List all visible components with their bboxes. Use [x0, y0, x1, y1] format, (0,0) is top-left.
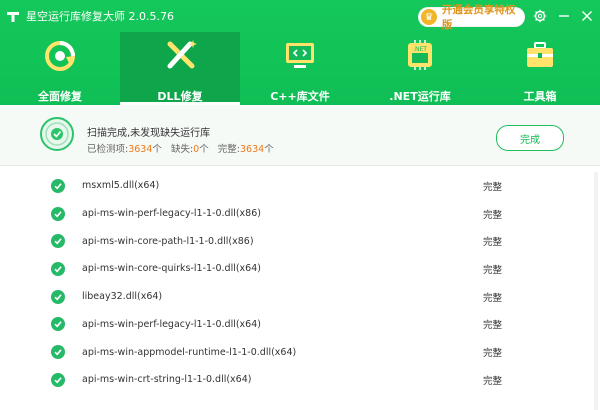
check-circle-icon [51, 206, 65, 221]
vip-crown-icon: ♛ [421, 9, 437, 25]
dll-name: api-ms-win-perf-legacy-l1-1-0.dll(x64) [82, 318, 261, 330]
svg-text:.NET: .NET [413, 46, 427, 53]
app-title: 星空运行库修复大师 2.0.5.76 [26, 10, 174, 23]
check-circle-icon [51, 289, 65, 304]
nav-label: C++库文件 [270, 90, 330, 103]
dll-status: 完整 [483, 292, 503, 304]
check-circle-icon [51, 178, 65, 193]
vip-upgrade-label: 开通会员享特权版 [441, 4, 516, 31]
scan-summary: 已检测项:3634个 缺失:0个 完整:3634个 [87, 141, 274, 155]
close-icon[interactable] [578, 7, 596, 25]
nav-tab-dll-repair[interactable]: DLL修复 [120, 32, 240, 105]
complete-count: 3634 [240, 144, 265, 155]
dll-result-list: msxml5.dll(x64) 完整 api-ms-win-perf-legacy-… [0, 172, 600, 410]
dll-status: 完整 [483, 264, 503, 276]
missing-label: 缺失: [170, 144, 194, 155]
check-circle-icon [51, 345, 65, 360]
check-circle-icon [51, 372, 65, 387]
check-circle-icon [51, 317, 65, 332]
scan-status-panel: 扫描完成,未发现缺失运行库 已检测项:3634个 缺失:0个 完整:3634个 … [0, 105, 600, 166]
dll-status: 完整 [483, 320, 503, 332]
check-circle-icon [51, 261, 65, 276]
nav-label: .NET运行库 [389, 90, 451, 103]
list-item: libeay32.dll(x64) 完整 [0, 283, 600, 311]
code-monitor-icon [280, 38, 320, 74]
nav-label: 全面修复 [38, 90, 82, 103]
dll-status: 完整 [483, 237, 503, 249]
dll-status: 完整 [483, 209, 503, 221]
wrench-icon [160, 38, 200, 74]
complete-unit: 个 [264, 144, 274, 155]
list-item: api-ms-win-perf-legacy-l1-1-0.dll(x64) 完整 [0, 311, 600, 339]
dll-name: msxml5.dll(x64) [82, 180, 160, 192]
scan-complete-icon [40, 117, 74, 151]
nav-label: DLL修复 [157, 90, 203, 103]
done-button[interactable]: 完成 [496, 125, 564, 151]
list-item: api-ms-win-crt-string-l1-1-0.dll(x64) 完整 [0, 366, 600, 394]
dll-status: 完整 [483, 348, 503, 360]
check-circle-icon [51, 234, 65, 249]
dll-status: 完整 [483, 375, 503, 387]
list-item: api-ms-win-appmodel-runtime-l1-1-0.dll(x… [0, 338, 600, 366]
detected-label: 已检测项: [87, 144, 129, 155]
settings-icon[interactable] [531, 7, 549, 25]
vip-upgrade-button[interactable]: ♛ 开通会员享特权版 [418, 4, 525, 31]
header-bar: 星空运行库修复大师 2.0.5.76 ♛ 开通会员享特权版 全面修复 DLL修复… [0, 0, 600, 105]
nav-tab-toolbox[interactable]: 工具箱 [480, 32, 600, 105]
dll-status: 完整 [483, 181, 503, 193]
dll-name: libeay32.dll(x64) [82, 291, 163, 303]
nav-tab-cpp-library[interactable]: C++库文件 [240, 32, 360, 105]
dll-name: api-ms-win-core-path-l1-1-0.dll(x86) [82, 235, 254, 247]
toolbox-icon [520, 38, 560, 74]
scan-result-title: 扫描完成,未发现缺失运行库 [87, 128, 211, 139]
nav-label: 工具箱 [523, 90, 557, 103]
nav-tab-net-runtime[interactable]: .NET .NET运行库 [360, 32, 480, 105]
list-item: api-ms-win-perf-legacy-l1-1-0.dll(x86) 完整 [0, 200, 600, 228]
nav-tab-full-repair[interactable]: 全面修复 [0, 32, 120, 105]
dll-name: api-ms-win-core-quirks-l1-1-0.dll(x64) [82, 263, 261, 275]
missing-unit: 个 [199, 144, 209, 155]
dll-name: api-ms-win-appmodel-runtime-l1-1-0.dll(x… [82, 346, 297, 358]
title-bar: 星空运行库修复大师 2.0.5.76 ♛ 开通会员享特权版 [0, 0, 600, 32]
net-chip-icon: .NET [400, 38, 440, 74]
app-window: 星空运行库修复大师 2.0.5.76 ♛ 开通会员享特权版 全面修复 DLL修复… [0, 0, 600, 410]
main-nav: 全面修复 DLL修复 C++库文件 .NET .NET运行库 工具箱 [0, 32, 600, 105]
detected-count: 3634 [128, 144, 153, 155]
dll-name: api-ms-win-crt-string-l1-1-0.dll(x64) [82, 374, 252, 386]
list-item: api-ms-win-core-path-l1-1-0.dll(x86) 完整 [0, 227, 600, 255]
refresh-icon [40, 38, 80, 74]
dll-name: api-ms-win-perf-legacy-l1-1-0.dll(x86) [82, 208, 261, 220]
app-logo-icon [7, 12, 19, 22]
complete-label: 完整: [217, 144, 240, 155]
list-item: api-ms-win-core-quirks-l1-1-0.dll(x64) 完整 [0, 255, 600, 283]
list-scrollbar[interactable] [594, 172, 598, 410]
list-item: msxml5.dll(x64) 完整 [0, 172, 600, 200]
detected-unit: 个 [152, 144, 162, 155]
minimize-icon[interactable] [555, 7, 573, 25]
